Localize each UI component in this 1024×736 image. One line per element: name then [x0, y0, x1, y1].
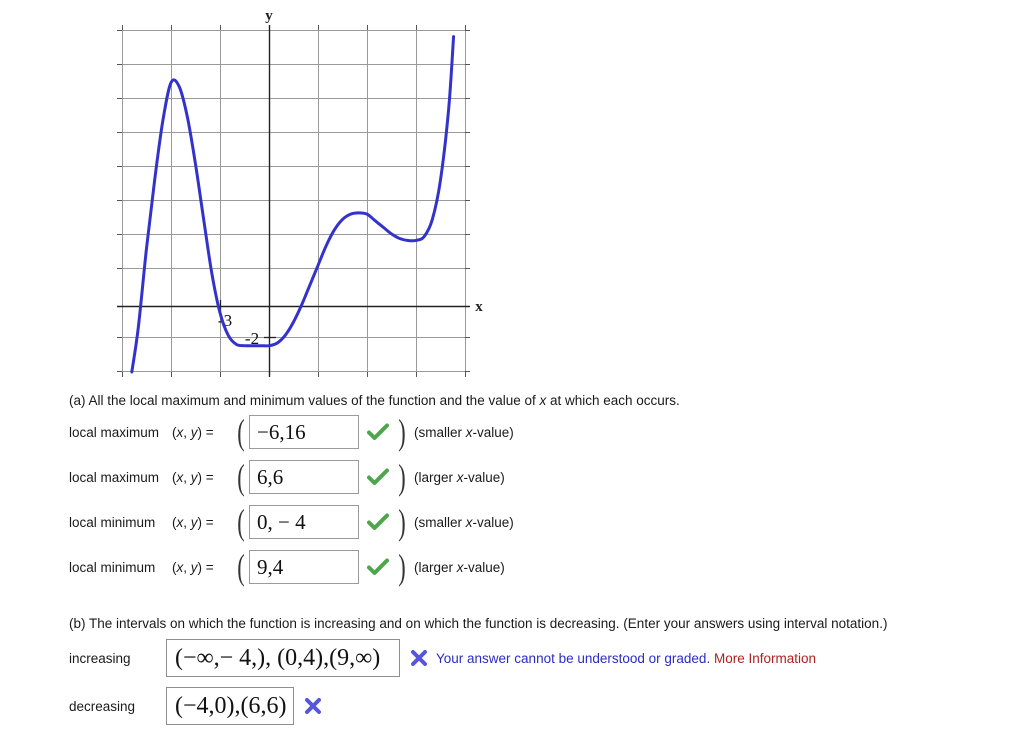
function-curve: [130, 35, 456, 374]
x-axis-label: x: [475, 299, 483, 315]
part-a-prompt-text: (a) All the local maximum and minimum va…: [69, 393, 680, 408]
value-note: (smaller x-value): [414, 514, 514, 530]
check-icon: [365, 558, 391, 576]
answer-row-local-min-larger: local minimum (x, y) = ( 9,4 ) (larger x…: [69, 547, 505, 587]
check-icon: [365, 513, 391, 531]
input-value: 6,6: [257, 464, 284, 489]
close-paren: ): [398, 412, 406, 452]
graph-canvas: y x -3 -2: [117, 8, 483, 377]
value-note: (larger x-value): [414, 469, 505, 485]
input-value: 9,4: [257, 554, 284, 579]
input-value: 0, − 4: [257, 509, 306, 534]
row-label: local minimum: [69, 514, 156, 530]
increasing-error-message: Your answer cannot be understood or grad…: [436, 651, 816, 666]
answer-row-local-min-smaller: local minimum (x, y) = ( 0, − 4 ) (small…: [69, 502, 514, 542]
open-paren: (: [237, 502, 245, 542]
local-max-larger-input[interactable]: 6,6: [249, 460, 359, 494]
cross-icon: [302, 697, 324, 715]
close-paren: ): [398, 502, 406, 542]
xy-equals-label: (x, y) =: [172, 514, 214, 530]
close-paren: ): [398, 547, 406, 587]
decreasing-input[interactable]: (−4,0),(6,6): [166, 687, 294, 725]
decreasing-label: decreasing: [69, 698, 136, 714]
row-label: local maximum: [69, 424, 160, 440]
open-paren: (: [237, 457, 245, 497]
input-value: (−∞,− 4,), (0,4),(9,∞): [175, 644, 381, 671]
function-graph: y x -3 -2: [0, 0, 520, 385]
value-note: (larger x-value): [414, 559, 505, 575]
answer-row-local-max-smaller: local maximum (x, y) = ( −6,16 ) (smalle…: [69, 412, 514, 452]
answer-row-local-max-larger: local maximum (x, y) = ( 6,6 ) (larger x…: [69, 457, 505, 497]
row-label: local minimum: [69, 559, 156, 575]
more-information-link[interactable]: More Information: [714, 651, 816, 666]
input-value: −6,16: [257, 419, 306, 444]
answer-row-decreasing: decreasing (−4,0),(6,6): [69, 684, 328, 728]
local-min-smaller-input[interactable]: 0, − 4: [249, 505, 359, 539]
check-icon: [365, 423, 391, 441]
y-axis-label: y: [265, 8, 273, 24]
error-text: Your answer cannot be understood or grad…: [436, 650, 711, 666]
cross-icon: [408, 649, 430, 667]
xy-equals-label: (x, y) =: [172, 559, 214, 575]
xy-equals-label: (x, y) =: [172, 469, 214, 485]
local-min-larger-input[interactable]: 9,4: [249, 550, 359, 584]
increasing-label: increasing: [69, 650, 131, 666]
part-a-prompt: (a) All the local maximum and minimum va…: [69, 392, 680, 410]
value-note: (smaller x-value): [414, 424, 514, 440]
row-label: local maximum: [69, 469, 160, 485]
local-max-smaller-input[interactable]: −6,16: [249, 415, 359, 449]
close-paren: ): [398, 457, 406, 497]
open-paren: (: [237, 547, 245, 587]
increasing-input[interactable]: (−∞,− 4,), (0,4),(9,∞): [166, 639, 400, 677]
input-value: (−4,0),(6,6): [175, 692, 287, 719]
part-b-prompt: (b) The intervals on which the function …: [69, 616, 888, 631]
open-paren: (: [237, 412, 245, 452]
check-icon: [365, 468, 391, 486]
xy-equals-label: (x, y) =: [172, 424, 214, 440]
answer-row-increasing: increasing (−∞,− 4,), (0,4),(9,∞) Your a…: [69, 636, 816, 680]
